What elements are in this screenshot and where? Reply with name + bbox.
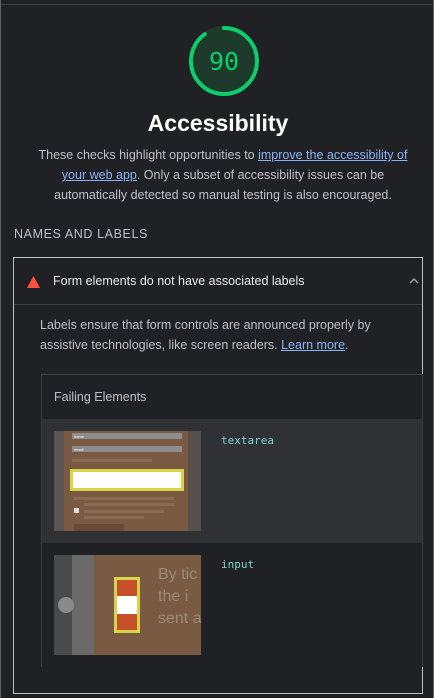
description-text: These checks highlight opportunities to (38, 148, 259, 162)
failing-elements-table: Failing Elements name email textarea By … (41, 374, 423, 667)
node-label[interactable]: input (221, 558, 254, 571)
table-row[interactable]: By tic the i sent a input (42, 543, 422, 667)
audit-title: Form elements do not have associated lab… (53, 274, 305, 288)
audit-header[interactable]: Form elements do not have associated lab… (14, 258, 422, 305)
category-title: Accessibility (147, 110, 289, 136)
textarea-screenshot[interactable]: name email (54, 431, 201, 531)
element-screenshot: By tic the i sent a (54, 555, 201, 655)
table-header: Failing Elements (54, 390, 147, 404)
category-description: These checks highlight opportunities to … (25, 145, 421, 205)
thumbnail-field-text: email (74, 447, 84, 452)
learn-more-link[interactable]: Learn more (281, 338, 345, 352)
audit-card: Form elements do not have associated lab… (13, 257, 423, 694)
element-screenshot: name email (54, 431, 201, 531)
score-value: 90 (208, 46, 240, 76)
group-title: Names and labels (14, 227, 148, 241)
divider (1, 4, 433, 5)
audit-description-end: . (345, 338, 349, 352)
audit-description: Labels ensure that form controls are ann… (40, 315, 416, 355)
table-row[interactable]: name email textarea (42, 419, 422, 543)
input-screenshot[interactable]: By tic the i sent a (54, 555, 201, 655)
lighthouse-report-panel: 90 Accessibility These checks highlight … (0, 0, 434, 698)
thumbnail-field-text: name (74, 434, 85, 439)
fail-triangle-icon (27, 276, 40, 288)
node-label[interactable]: textarea (221, 434, 274, 447)
score-gauge[interactable]: 90 (187, 24, 261, 98)
chevron-up-icon[interactable] (408, 275, 420, 287)
